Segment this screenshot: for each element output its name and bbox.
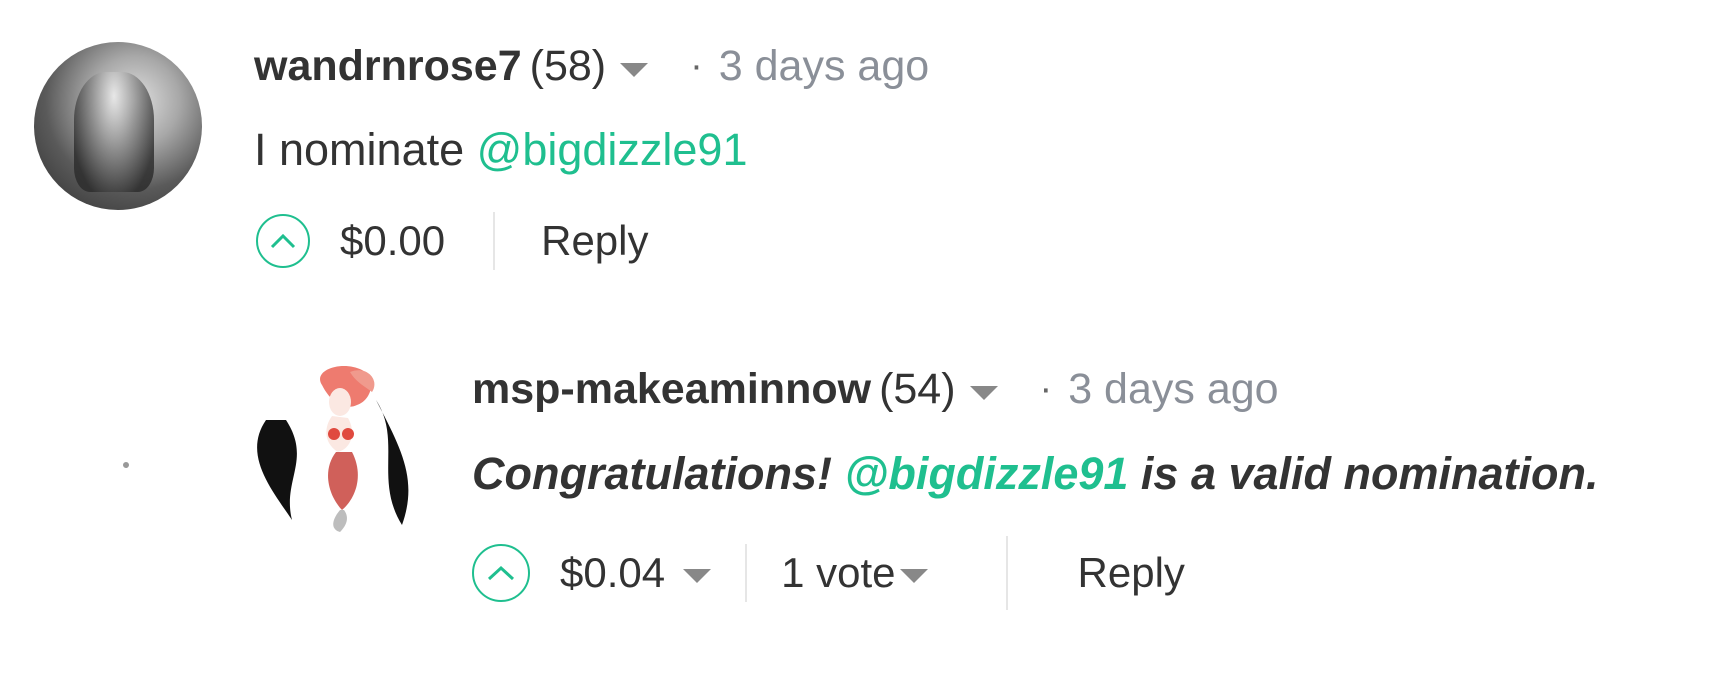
payout-value[interactable]: $0.04 bbox=[560, 549, 665, 597]
mention-link[interactable]: @bigdizzle91 bbox=[844, 448, 1128, 499]
chevron-up-icon bbox=[270, 233, 296, 249]
comment-footer: $0.04 1 vote Reply bbox=[472, 536, 1185, 610]
author-reputation: (54) bbox=[879, 365, 956, 413]
divider bbox=[1005, 536, 1008, 610]
chevron-down-icon[interactable] bbox=[683, 569, 712, 583]
comment-footer: $0.00 Reply bbox=[256, 212, 649, 270]
reply-button[interactable]: Reply bbox=[541, 217, 648, 265]
timestamp[interactable]: 3 days ago bbox=[1068, 365, 1278, 414]
avatar[interactable] bbox=[252, 360, 430, 538]
divider bbox=[493, 212, 496, 270]
chevron-up-icon bbox=[487, 565, 515, 581]
chevron-down-icon[interactable] bbox=[969, 385, 998, 400]
divider bbox=[745, 544, 748, 602]
mention-link[interactable]: @bigdizzle91 bbox=[477, 124, 748, 175]
thread-dot bbox=[123, 462, 129, 468]
comment-header: wandrnrose7 (58) · 3 days ago bbox=[254, 42, 929, 91]
avatar-photo bbox=[74, 72, 154, 192]
vote-count[interactable]: 1 vote bbox=[781, 549, 895, 597]
chevron-down-icon[interactable] bbox=[620, 62, 649, 77]
comment-body: Congratulations! @bigdizzle91 is a valid… bbox=[472, 448, 1599, 500]
avatar[interactable] bbox=[34, 42, 202, 210]
timestamp[interactable]: 3 days ago bbox=[719, 42, 929, 91]
mermaid-steem-logo-icon bbox=[257, 365, 409, 532]
author-reputation: (58) bbox=[529, 42, 607, 90]
separator-dot: · bbox=[1039, 368, 1053, 410]
author-name[interactable]: wandrnrose7 bbox=[254, 42, 522, 91]
payout-value[interactable]: $0.00 bbox=[340, 217, 445, 265]
comment-body: I nominate @bigdizzle91 bbox=[254, 124, 747, 176]
chevron-down-icon[interactable] bbox=[899, 569, 928, 583]
comment-text: I nominate bbox=[254, 124, 477, 175]
comment-header: msp-makeaminnow (54) · 3 days ago bbox=[472, 365, 1279, 414]
comment-text-suffix: is a valid nomination. bbox=[1128, 448, 1599, 499]
reply-button[interactable]: Reply bbox=[1078, 549, 1185, 597]
upvote-button[interactable] bbox=[256, 214, 310, 268]
author-name[interactable]: msp-makeaminnow bbox=[472, 365, 871, 414]
separator-dot: · bbox=[690, 45, 703, 87]
upvote-button[interactable] bbox=[472, 544, 530, 602]
comment-text: Congratulations! bbox=[472, 448, 845, 499]
